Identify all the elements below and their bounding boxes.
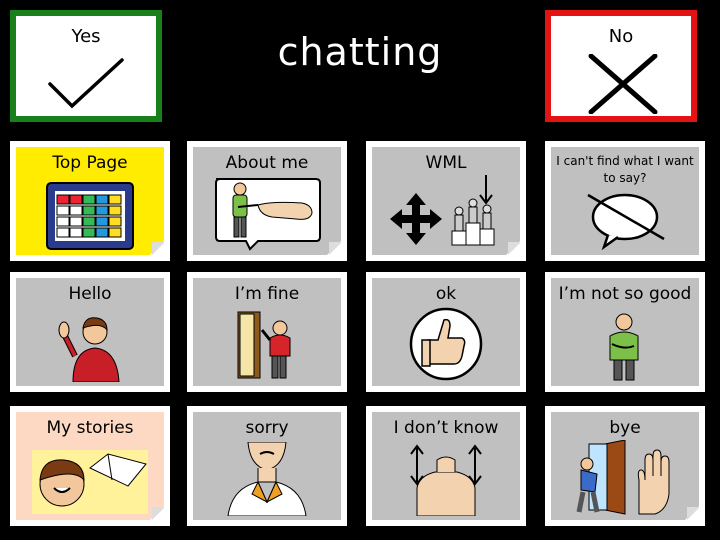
cell-sorry[interactable]: sorry	[187, 406, 347, 526]
cell-label: I don’t know	[393, 418, 499, 438]
cross-icon	[588, 54, 658, 114]
cell-cant-find[interactable]: I can't find what I want to say?	[545, 141, 705, 261]
cell-dont-know[interactable]: I don’t know	[366, 406, 526, 526]
shrug-icon	[410, 444, 482, 516]
person-waving-icon	[58, 317, 120, 382]
podium-arrows-icon	[390, 175, 495, 246]
thumbs-up-icon	[409, 307, 483, 381]
page-fold	[327, 241, 341, 255]
yes-button[interactable]: Yes	[10, 10, 162, 122]
cell-label: My stories	[46, 418, 134, 438]
cell-my-stories[interactable]: My stories	[10, 406, 170, 526]
page-title: chatting	[277, 30, 443, 74]
person-unwell-icon	[609, 313, 639, 381]
cell-hello[interactable]: Hello	[10, 272, 170, 392]
person-leaving-wave-icon	[576, 440, 670, 515]
cell-bye[interactable]: bye	[545, 406, 705, 526]
page-fold	[685, 506, 699, 520]
page-fold	[150, 506, 164, 520]
person-at-door-icon	[237, 311, 291, 379]
no-button[interactable]: No	[545, 10, 697, 122]
sorry-face-icon	[227, 442, 307, 516]
yes-label: Yes	[71, 26, 101, 47]
grid-board-icon	[46, 182, 134, 250]
no-label: No	[608, 26, 634, 47]
cell-im-fine[interactable]: I’m fine	[187, 272, 347, 392]
page-fold	[150, 241, 164, 255]
cell-label: I can't find what I want to say?	[556, 154, 694, 185]
cell-wml[interactable]: WML	[366, 141, 526, 261]
cell-about-me[interactable]: About me	[187, 141, 347, 261]
cell-ok[interactable]: ok	[366, 272, 526, 392]
cell-not-so-good[interactable]: I’m not so good	[545, 272, 705, 392]
crossed-speech-bubble-icon	[587, 193, 665, 251]
checkmark-icon	[48, 58, 124, 109]
cell-label: WML	[425, 153, 467, 173]
cell-label: I’m not so good	[558, 284, 692, 304]
cell-label: ok	[435, 284, 457, 304]
cell-label: I’m fine	[234, 284, 300, 304]
cell-label: Top Page	[52, 153, 128, 173]
cell-label: sorry	[245, 418, 289, 438]
page-fold	[506, 241, 520, 255]
cell-label: bye	[609, 418, 641, 438]
cell-top-page[interactable]: Top Page	[10, 141, 170, 261]
cell-label: About me	[225, 153, 309, 173]
person-with-book-icon	[32, 450, 148, 514]
person-pointing-icon	[215, 178, 321, 251]
cell-label: Hello	[68, 284, 112, 304]
